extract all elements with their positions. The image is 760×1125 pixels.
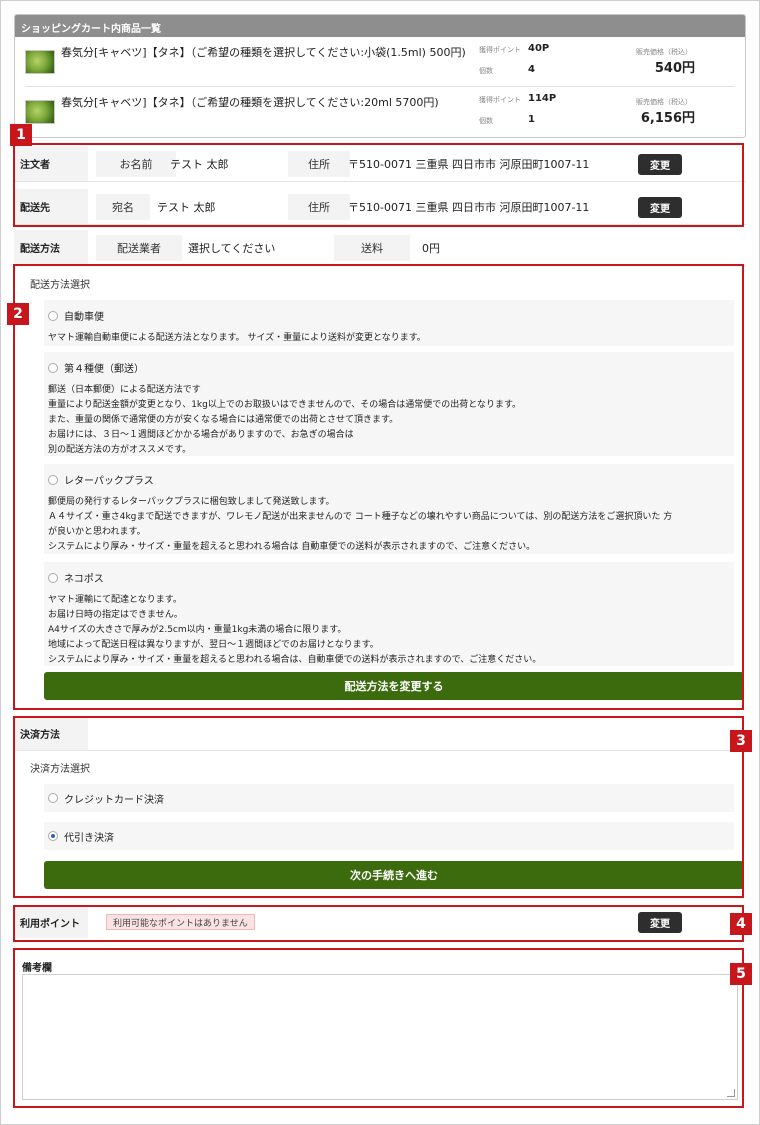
marker-3: 3 [730, 730, 752, 752]
delivery-label: 配送先 [14, 189, 88, 224]
orderer-name: テスト 太郎 [170, 158, 229, 171]
option-label: 代引き決済 [64, 832, 114, 844]
option-desc-line: システムにより厚み・サイズ・重量を超えると思われる場合は 自動車便での送料が表示… [48, 542, 536, 552]
option-label: レターパックプラス [64, 476, 154, 487]
option-desc-line: 地域によって配送日程は異なりますが、翌日～１週間ほどでのお届けとなります。 [48, 640, 379, 650]
marker-5: 5 [730, 963, 752, 985]
recipient-label: 宛名 [96, 194, 150, 220]
item-name[interactable]: 春気分[キャベツ]【タネ】（ご希望の種類を選択してください:20ml 5700円… [61, 94, 479, 112]
price-label: 販売価格（税込） [636, 98, 692, 106]
shipping-method-row: 配送方法 配送業者 選択してください 送料 0円 [14, 230, 746, 266]
price-value: 540円 [654, 61, 695, 76]
points-label: 獲得ポイント [479, 46, 521, 54]
shipping-selection-panel: 配送方法選択 自動車便 ヤマト運輸自動車便による配送方法となります。 サイズ・重… [14, 266, 746, 710]
shipping-fee-value: 0円 [422, 242, 440, 255]
option-label: クレジットカード決済 [64, 794, 164, 806]
option-desc-line: システムにより厚み・サイズ・重量を超えると思われる場合は、自動車便での送料が表示… [48, 655, 542, 665]
qty-value: 1 [528, 114, 535, 125]
option-desc-line: 郵送（日本郵便）による配送方法です [48, 385, 201, 395]
shipping-option[interactable]: レターパックプラス 郵便局の発行するレターパックプラスに梱包致しまして発送致しま… [44, 464, 734, 554]
option-label: 第４種便（郵送） [64, 364, 144, 375]
resize-handle-icon[interactable] [727, 1089, 735, 1097]
points-row: 利用ポイント 利用可能なポイントはありません 変更 [14, 906, 746, 938]
option-desc-line: が良いかと思われます。 [48, 527, 146, 537]
marker-2: 2 [7, 303, 29, 325]
option-desc-line: ヤマト運輸にて配達となります。 [48, 595, 182, 605]
option-desc-line: お届け日時の指定はできません。 [48, 610, 183, 620]
divider [14, 750, 746, 751]
orderer-change-button[interactable]: 変更 [638, 154, 682, 175]
points-label: 利用ポイント [14, 906, 88, 938]
qty-label: 個数 [479, 117, 493, 125]
points-value: 40P [528, 43, 550, 54]
points-value: 114P [528, 93, 557, 104]
option-desc-line: お届けには、３日～１週間ほどかかる場合がありますので、お急ぎの場合は [48, 430, 354, 440]
marker-1: 1 [10, 124, 32, 146]
payment-option-cod[interactable]: 代引き決済 [44, 822, 734, 850]
orderer-label: 注文者 [14, 146, 88, 181]
marker-4: 4 [730, 913, 752, 935]
cart-item: 春気分[キャベツ]【タネ】（ご希望の種類を選択してください:小袋(1.5ml) … [25, 37, 735, 87]
radio-icon[interactable] [48, 310, 58, 321]
change-shipping-button[interactable]: 配送方法を変更する [44, 672, 744, 700]
points-notice: 利用可能なポイントはありません [106, 914, 255, 930]
carrier-label: 配送業者 [96, 235, 182, 261]
next-step-button[interactable]: 次の手続きへ進む [44, 861, 744, 889]
qty-value: 4 [528, 64, 535, 75]
radio-selected-icon[interactable] [48, 831, 58, 841]
memo-label: 備考欄 [22, 963, 52, 974]
shipping-select-title: 配送方法選択 [30, 280, 90, 291]
shipping-option[interactable]: 第４種便（郵送） 郵送（日本郵便）による配送方法です 重量により配送金額が変更と… [44, 352, 734, 456]
option-label: ネコポス [64, 574, 104, 585]
option-desc-line: また、重量の関係で通常便の方が安くなる場合には通常便での出荷とさせて頂きます。 [48, 415, 399, 425]
qty-label: 個数 [479, 67, 493, 75]
name-label: お名前 [96, 151, 176, 177]
points-label: 獲得ポイント [479, 96, 521, 104]
item-name[interactable]: 春気分[キャベツ]【タネ】（ご希望の種類を選択してください:小袋(1.5ml) … [61, 44, 479, 62]
price-value: 6,156円 [640, 111, 695, 126]
shipping-fee-label: 送料 [334, 235, 410, 261]
option-desc-line: 別の配送方法の方がオススメです。 [48, 445, 192, 455]
cabbage-thumbnail[interactable] [25, 100, 55, 124]
cart-item: 春気分[キャベツ]【タネ】（ご希望の種類を選択してください:20ml 5700円… [25, 87, 735, 137]
radio-icon[interactable] [48, 474, 58, 485]
shipping-option[interactable]: 自動車便 ヤマト運輸自動車便による配送方法となります。 サイズ・重量により送料が… [44, 300, 734, 346]
orderer-row: 注文者 お名前 テスト 太郎 住所 〒510-0071 三重県 四日市市 河原田… [14, 146, 746, 182]
cart-panel: ショッピングカート内商品一覧 春気分[キャベツ]【タネ】（ご希望の種類を選択して… [14, 14, 746, 138]
payment-select-title: 決済方法選択 [30, 764, 90, 775]
option-desc-line: 郵便局の発行するレターパックプラスに梱包致しまして発送致します。 [48, 497, 335, 507]
address-label: 住所 [288, 151, 350, 177]
cabbage-thumbnail[interactable] [25, 50, 55, 74]
payment-option-credit[interactable]: クレジットカード決済 [44, 784, 734, 812]
payment-label: 決済方法 [14, 716, 88, 750]
option-desc-line: ヤマト運輸自動車便による配送方法となります。 サイズ・重量により送料が変更となり… [48, 333, 426, 343]
carrier-select[interactable]: 選択してください [188, 235, 275, 261]
option-desc-line: 重量により配送金額が変更となり、1kg以上でのお取扱いはできませんので、その場合… [48, 400, 522, 410]
cart-header: ショッピングカート内商品一覧 [15, 15, 745, 37]
memo-textarea[interactable] [22, 974, 738, 1100]
option-desc-line: Ａ４サイズ・重さ4kgまで配送できますが、ワレモノ配送が出来ませんので コート種… [48, 512, 673, 522]
shipping-method-label: 配送方法 [14, 230, 88, 265]
recipient-name: テスト 太郎 [157, 201, 216, 214]
delivery-change-button[interactable]: 変更 [638, 197, 682, 218]
radio-icon[interactable] [48, 793, 58, 803]
radio-icon[interactable] [48, 572, 58, 583]
orderer-address: 〒510-0071 三重県 四日市市 河原田町1007-11 [348, 158, 590, 171]
radio-icon[interactable] [48, 362, 58, 373]
shipping-option[interactable]: ネコポス ヤマト運輸にて配達となります。 お届け日時の指定はできません。 A4サ… [44, 562, 734, 666]
price-label: 販売価格（税込） [636, 48, 692, 56]
payment-panel: 決済方法 決済方法選択 クレジットカード決済 代引き決済 次の手続きへ進む [14, 716, 746, 898]
address-label: 住所 [288, 194, 350, 220]
option-label: 自動車便 [64, 312, 104, 323]
delivery-row: 配送先 宛名 テスト 太郎 住所 〒510-0071 三重県 四日市市 河原田町… [14, 189, 746, 225]
delivery-address: 〒510-0071 三重県 四日市市 河原田町1007-11 [348, 201, 590, 214]
points-change-button[interactable]: 変更 [638, 912, 682, 933]
option-desc-line: A4サイズの大きさで厚みが2.5cm以内・重量1kg未満の場合に限ります。 [48, 625, 347, 635]
